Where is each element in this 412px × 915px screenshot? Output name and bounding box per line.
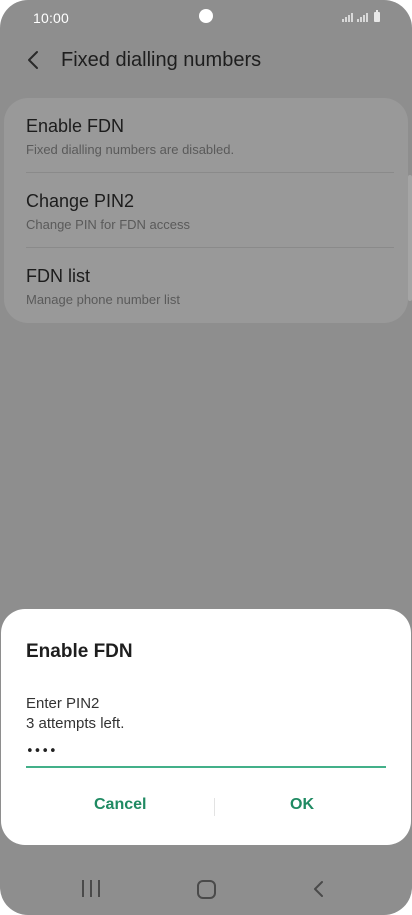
scrollbar[interactable] <box>408 175 412 301</box>
list-item-subtitle: Manage phone number list <box>26 292 180 307</box>
attempts-left-text: 3 attempts left. <box>26 715 125 732</box>
phone-screen: 10:00 Fixed dialling numbers Enable FDN … <box>0 0 412 915</box>
cancel-button[interactable]: Cancel <box>94 796 146 818</box>
list-item-title: FDN list <box>26 266 90 286</box>
dialog-title: Enable FDN <box>26 641 133 662</box>
list-item-change-pin2[interactable]: Change PIN2 Change PIN for FDN access <box>4 173 408 248</box>
navigation-bar <box>0 862 412 915</box>
dialog-prompt: Enter PIN2 <box>26 695 100 712</box>
status-time: 10:00 <box>33 10 70 26</box>
ok-button[interactable]: OK <box>290 796 314 818</box>
signal-icon <box>342 13 353 22</box>
camera-cutout <box>199 9 213 23</box>
list-item-title: Enable FDN <box>26 116 125 136</box>
settings-card: Enable FDN Fixed dialling numbers are di… <box>4 98 408 323</box>
enable-fdn-dialog: Enable FDN Enter PIN2 3 attempts left. C… <box>1 609 411 845</box>
status-icons <box>342 10 380 22</box>
battery-icon <box>374 10 380 22</box>
list-item-title: Change PIN2 <box>26 191 135 211</box>
list-item-fdn-list[interactable]: FDN list Manage phone number list <box>4 248 408 323</box>
button-divider <box>214 798 215 816</box>
signal-icon <box>357 13 368 22</box>
list-item-enable-fdn[interactable]: Enable FDN Fixed dialling numbers are di… <box>4 98 408 173</box>
back-icon[interactable] <box>312 879 326 899</box>
home-icon[interactable] <box>197 880 216 899</box>
list-item-subtitle: Fixed dialling numbers are disabled. <box>26 142 235 157</box>
list-item-subtitle: Change PIN for FDN access <box>26 217 191 232</box>
pin2-input[interactable] <box>26 736 386 768</box>
app-header: Fixed dialling numbers <box>0 36 412 86</box>
chevron-left-icon[interactable] <box>24 48 44 72</box>
recents-icon[interactable] <box>82 880 100 897</box>
page-title: Fixed dialling numbers <box>61 49 262 71</box>
status-bar: 10:00 <box>0 0 412 36</box>
